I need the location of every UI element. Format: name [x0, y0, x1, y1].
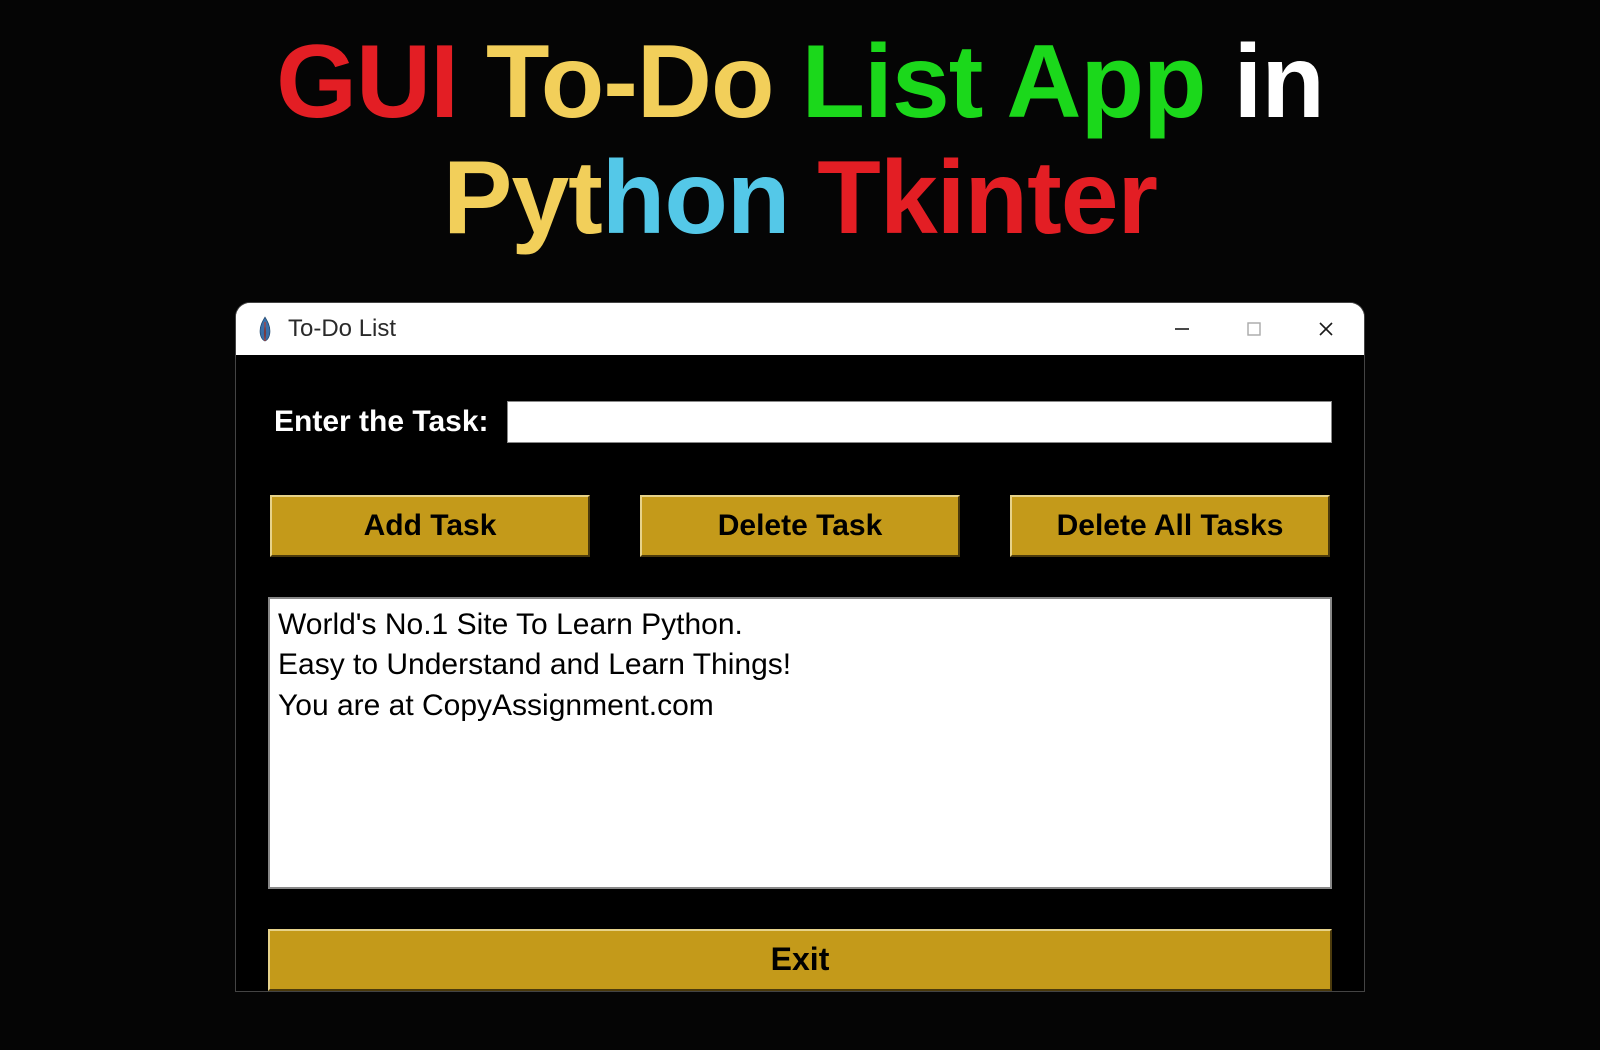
window-controls	[1168, 315, 1350, 343]
tkinter-feather-icon	[256, 315, 274, 343]
delete-all-tasks-button[interactable]: Delete All Tasks	[1010, 495, 1330, 557]
add-task-button[interactable]: Add Task	[270, 495, 590, 557]
heading-word-gui: GUI	[276, 24, 458, 140]
task-input-label: Enter the Task:	[274, 405, 489, 439]
heading-word-pyt: Pyt	[443, 140, 602, 256]
task-listbox[interactable]: World's No.1 Site To Learn Python. Easy …	[268, 597, 1332, 889]
button-row: Add Task Delete Task Delete All Tasks	[268, 495, 1332, 557]
heading-word-in: in	[1233, 24, 1323, 140]
close-icon[interactable]	[1312, 315, 1340, 343]
maximize-icon[interactable]	[1240, 315, 1268, 343]
page-heading: GUI To-Do List App in Python Tkinter	[0, 0, 1600, 257]
minimize-icon[interactable]	[1168, 315, 1196, 343]
input-row: Enter the Task:	[268, 401, 1332, 443]
delete-task-button[interactable]: Delete Task	[640, 495, 960, 557]
exit-button[interactable]: Exit	[268, 929, 1332, 991]
heading-line-1: GUI To-Do List App in	[0, 24, 1600, 140]
heading-word-todo: To-Do	[486, 24, 774, 140]
list-item[interactable]: You are at CopyAssignment.com	[278, 686, 1322, 727]
app-window: To-Do List Enter the Task: Add Task Dele…	[236, 303, 1364, 991]
task-input[interactable]	[507, 401, 1333, 443]
heading-line-2: Python Tkinter	[0, 140, 1600, 256]
heading-word-tkinter: Tkinter	[817, 140, 1157, 256]
window-title: To-Do List	[288, 315, 396, 343]
heading-word-listapp: List App	[801, 24, 1205, 140]
titlebar[interactable]: To-Do List	[236, 303, 1364, 355]
heading-word-hon: hon	[602, 140, 790, 256]
list-item[interactable]: Easy to Understand and Learn Things!	[278, 645, 1322, 686]
client-area: Enter the Task: Add Task Delete Task Del…	[236, 355, 1364, 991]
list-item[interactable]: World's No.1 Site To Learn Python.	[278, 605, 1322, 646]
